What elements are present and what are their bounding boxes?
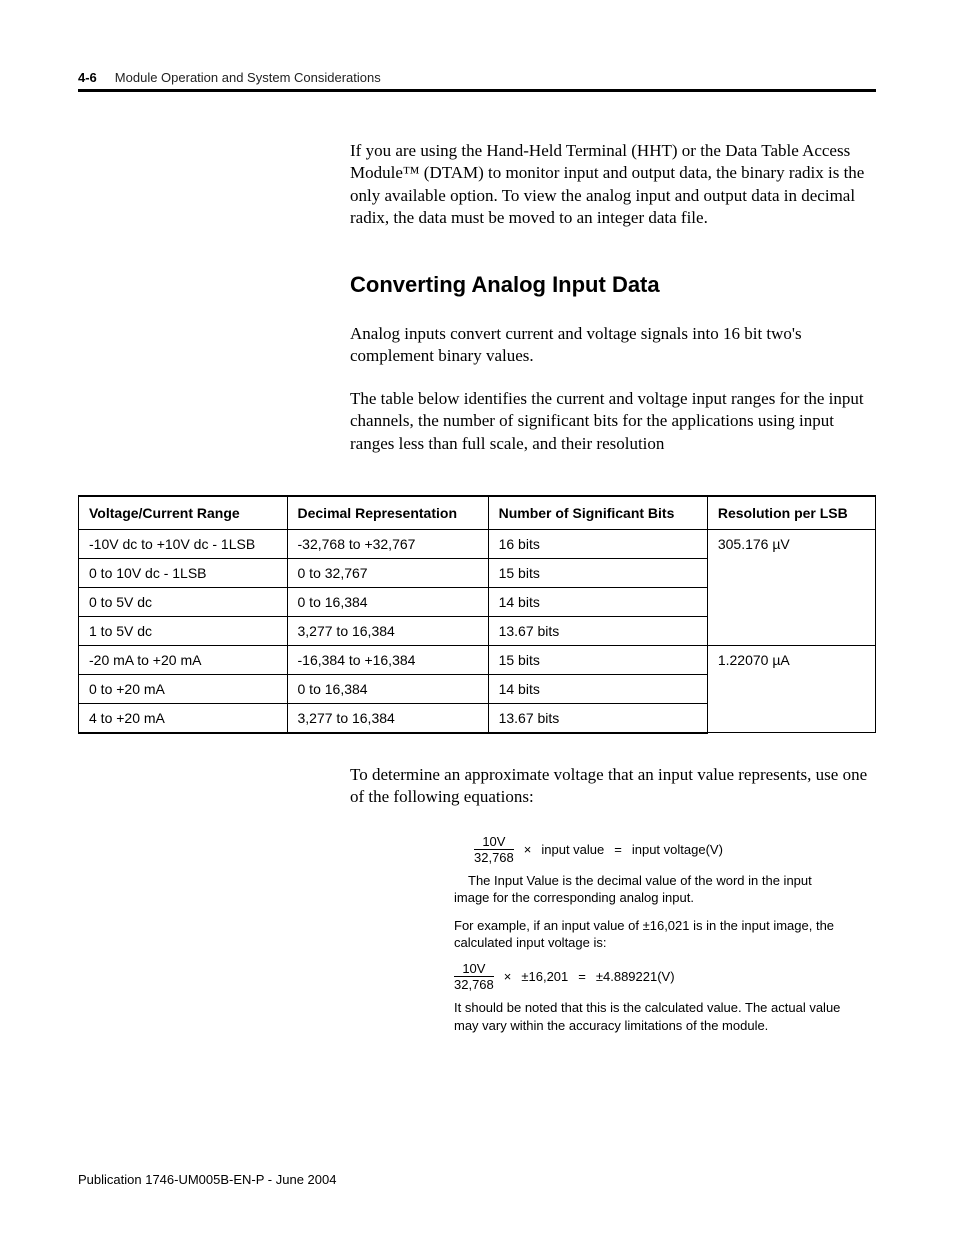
cell-decimal: 0 to 16,384 (287, 587, 488, 616)
note-inputvalue: The Input Value is the decimal value of … (454, 872, 844, 907)
paragraph-3: The table below identifies the current a… (350, 388, 870, 455)
cell-decimal: 0 to 16,384 (287, 674, 488, 703)
equals-operator: = (614, 841, 622, 859)
cell-range: 0 to 5V dc (79, 587, 288, 616)
equation-callout: 10V 32,768 × input value = input voltage… (454, 835, 844, 1034)
input-ranges-table: Voltage/Current Range Decimal Representa… (78, 495, 876, 734)
cell-bits: 15 bits (488, 645, 707, 674)
paragraph-4: To determine an approximate voltage that… (350, 764, 870, 809)
subheading-converting: Converting Analog Input Data (350, 270, 870, 299)
times-operator: × (504, 968, 512, 986)
fraction-denominator: 32,768 (454, 976, 494, 991)
fraction-numerator: 10V (482, 835, 505, 849)
cell-resolution-current: 1.22070 µA (707, 645, 875, 733)
section-title: Module Operation and System Consideratio… (115, 70, 381, 85)
equals-operator: = (578, 968, 586, 986)
equation-mid: ±16,201 (521, 968, 568, 986)
cell-bits: 13.67 bits (488, 616, 707, 645)
equation-result: ±4.889221(V) (596, 968, 675, 986)
cell-range: -10V dc to +10V dc - 1LSB (79, 529, 288, 558)
times-operator: × (524, 841, 532, 859)
fraction-denominator: 32,768 (474, 849, 514, 864)
cell-range: 0 to +20 mA (79, 674, 288, 703)
cell-range: -20 mA to +20 mA (79, 645, 288, 674)
th-resolution: Resolution per LSB (707, 496, 875, 530)
running-header: 4-6 Module Operation and System Consider… (78, 70, 876, 85)
cell-bits: 14 bits (488, 674, 707, 703)
equation-1: 10V 32,768 × input value = input voltage… (474, 835, 844, 864)
cell-decimal: 3,277 to 16,384 (287, 616, 488, 645)
cell-range: 4 to +20 mA (79, 703, 288, 733)
note-example: For example, if an input value of ±16,02… (454, 917, 844, 952)
table-row: -10V dc to +10V dc - 1LSB -32,768 to +32… (79, 529, 876, 558)
equation-rhs1: input value (541, 841, 604, 859)
equation-2: 10V 32,768 × ±16,201 = ±4.889221(V) (454, 962, 844, 991)
equation-rhs2: input voltage(V) (632, 841, 723, 859)
intro-paragraph: If you are using the Hand-Held Terminal … (350, 140, 870, 230)
paragraph-2: Analog inputs convert current and voltag… (350, 323, 870, 368)
cell-bits: 13.67 bits (488, 703, 707, 733)
th-bits: Number of Significant Bits (488, 496, 707, 530)
header-rule (78, 89, 876, 92)
th-decimal: Decimal Representation (287, 496, 488, 530)
table-header-row: Voltage/Current Range Decimal Representa… (79, 496, 876, 530)
cell-decimal: 3,277 to 16,384 (287, 703, 488, 733)
cell-decimal: 0 to 32,767 (287, 558, 488, 587)
cell-bits: 16 bits (488, 529, 707, 558)
cell-decimal: -16,384 to +16,384 (287, 645, 488, 674)
cell-resolution-voltage: 305.176 µV (707, 529, 875, 645)
publication-line: Publication 1746-UM005B-EN-P - June 2004 (78, 1172, 336, 1187)
cell-bits: 15 bits (488, 558, 707, 587)
cell-bits: 14 bits (488, 587, 707, 616)
note-disclaimer: It should be noted that this is the calc… (454, 999, 844, 1034)
fraction-numerator: 10V (462, 962, 485, 976)
table-row: -20 mA to +20 mA -16,384 to +16,384 15 b… (79, 645, 876, 674)
page-number: 4-6 (78, 70, 97, 85)
cell-decimal: -32,768 to +32,767 (287, 529, 488, 558)
cell-range: 0 to 10V dc - 1LSB (79, 558, 288, 587)
cell-range: 1 to 5V dc (79, 616, 288, 645)
fraction-2: 10V 32,768 (454, 962, 494, 991)
th-range: Voltage/Current Range (79, 496, 288, 530)
fraction-1: 10V 32,768 (474, 835, 514, 864)
